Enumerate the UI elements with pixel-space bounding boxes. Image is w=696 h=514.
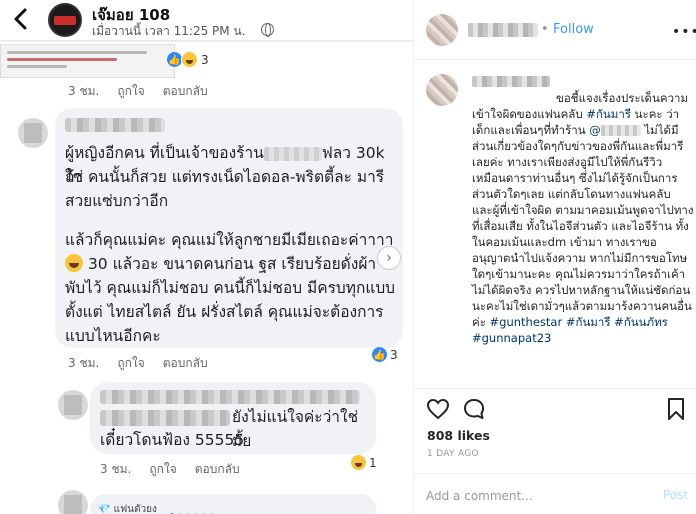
reply-link[interactable]: ตอบกลับ [163,82,208,101]
comment-icon[interactable] [462,397,486,421]
like-link[interactable]: ถูกใจ [117,354,144,373]
comment-input[interactable] [426,487,646,505]
commenter-avatar[interactable] [58,390,88,420]
back-arrow-icon[interactable] [10,6,32,32]
commenter-name[interactable] [65,118,165,132]
globe-icon [261,23,274,37]
post-time: เมื่อวานนี้ เวลา 11:25 PM น. [92,24,246,38]
like-reaction-icon: 👍 [371,346,388,363]
like-count[interactable]: 808 likes [427,428,490,443]
divider [0,40,413,42]
hashtag-link[interactable]: #กันมารี [586,107,631,121]
more-options-icon[interactable]: ••• [672,24,696,40]
comment-text: เดี๋ยวโดนฟ้อง 55555 [100,431,245,449]
ig-avatar[interactable] [426,14,458,46]
comment-text: สวยแซ่บกว่าอีก [65,192,169,210]
hashtag-links[interactable]: #gunthestar #กันมารี #กันนภัทร #gunnapat… [472,315,668,345]
comment-bubble: ผู้หญิงอีกคน ที่เป็นเจ้าของร้าน ฟลว 30k ถ… [55,108,403,348]
comment-actions: 3 ชม. ถูกใจ ตอบกลับ [100,460,258,479]
page-avatar[interactable] [48,3,82,37]
commenter-avatar[interactable] [18,118,48,148]
reply-link[interactable]: ตอบกลับ [163,354,208,373]
bookmark-icon[interactable] [664,397,688,421]
separator-dot: • [541,22,549,37]
pagination-dots [170,502,250,514]
chevron-right-icon[interactable]: › [377,246,401,270]
comment-text: พับไว้ คุณแม่ก็ไม่ชอบ คนนี้ก็ไม่ชอบ มีคร… [65,279,396,297]
comment-text: แล้วก็คุณแม่คะ คุณแม่ให้ลูกชายมีเมียเถอะ… [65,231,394,249]
facebook-screenshot: เจ๊มอย 108 เมื่อวานนี้ เวลา 11:25 PM น. … [0,0,413,514]
reply-bubble: ยังไม่แน่ใจค่ะว่าใช่มั้ย เดี๋ยวโดนฟ้อง 5… [90,382,376,454]
fb-header: เจ๊มอย 108 เมื่อวานนี้ เวลา 11:25 PM น. [0,0,413,40]
comment-time: 3 ชม. [100,462,132,476]
reaction-count: 1 [369,456,377,470]
mention-link[interactable]: @ [589,123,641,137]
comment-actions: 3 ชม. ถูกใจ ตอบกลับ [68,354,226,373]
comment-time: 3 ชม. [68,84,100,98]
follow-button[interactable]: Follow [553,22,594,37]
instagram-panel: • Follow ••• ขอชี้แจงเรื่องประเด็นความเข… [413,0,696,514]
ig-caption: ขอชี้แจงเรื่องประเด็นความเข้าใจผิดของแฟน… [472,91,694,345]
comment-text: ใช่ คนนั้นก็สวย แต่ทรงเน็ดไอดอล-พริตตี้ล… [65,168,385,186]
comment-time: 3 ชม. [68,356,100,370]
comment-text: ตั้งแต่ ไทยสไตล์ ยัน ฝรั่งสไตล์ คุณแม่จะ… [65,303,384,321]
heart-icon[interactable] [426,397,450,421]
post-age: 1 DAY AGO [427,449,479,459]
laughing-emoji-icon [65,254,83,272]
commenter-avatar[interactable] [58,490,88,514]
ig-header: • Follow ••• [414,0,696,60]
comment-actions: 3 ชม. ถูกใจ ตอบกลับ [68,82,226,101]
comment-box: Post [414,473,696,514]
blurred-text [100,410,230,426]
post-button[interactable]: Post [663,488,688,502]
reaction-count: 3 [201,53,209,67]
haha-reaction-icon [350,454,367,471]
commenter-name[interactable] [100,390,360,404]
comment-text: 30 แล้วอะ ขนาดคนก่อน ฐส เรียบร้อยดั่งผ้า [65,252,376,276]
like-link[interactable]: ถูกใจ [149,460,176,479]
ig-caption-avatar[interactable] [426,74,458,106]
comment-text: แบบไหนอีกคะ [65,327,161,345]
quoted-image[interactable] [0,44,175,78]
fan-badge: 💎 แฟนตัวยง [98,504,157,514]
reaction-count: 3 [390,348,398,362]
reply-link[interactable]: ตอบกลับ [195,460,240,479]
haha-reaction-icon [181,51,198,68]
comment-text: ยังไม่แน่ใจค่ะว่าใช่มั้ย [232,408,359,450]
ig-username[interactable] [468,23,538,37]
ig-actions: 808 likes 1 DAY AGO Post [414,388,696,514]
ig-caption-username[interactable] [472,76,550,87]
like-link[interactable]: ถูกใจ [117,82,144,101]
